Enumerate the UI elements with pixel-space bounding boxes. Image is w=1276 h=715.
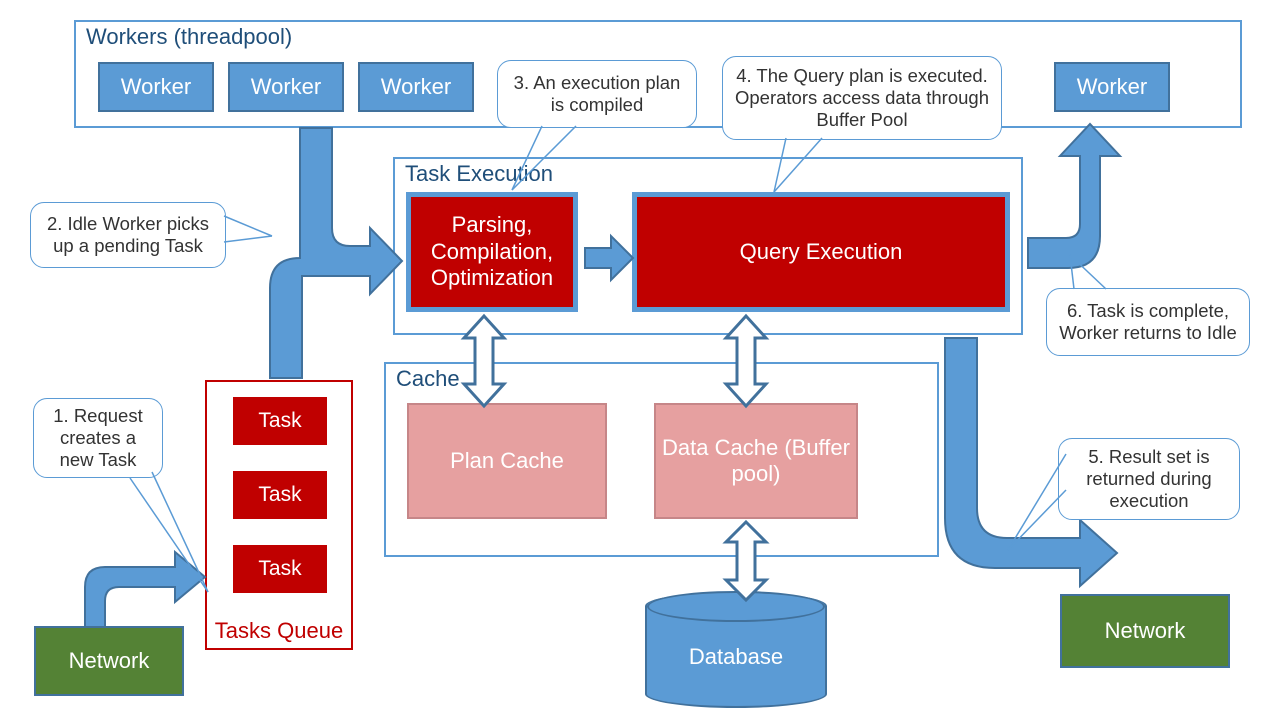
arrow-parse-to-query xyxy=(585,236,635,280)
arrow-parse-plancache xyxy=(462,316,506,406)
callout-2-tail xyxy=(222,218,282,258)
parsing-box: Parsing, Compilation, Optimization xyxy=(406,192,578,312)
data-cache-box: Data Cache (Buffer pool) xyxy=(654,403,858,519)
worker-box-3: Worker xyxy=(358,62,474,112)
worker-box-1: Worker xyxy=(98,62,214,112)
worker-box-4: Worker xyxy=(1054,62,1170,112)
callout-1-tail xyxy=(150,470,270,600)
arrow-complete-to-worker xyxy=(1028,128,1128,268)
callout-6: 6. Task is complete, Worker returns to I… xyxy=(1046,288,1250,356)
plan-cache-box: Plan Cache xyxy=(407,403,607,519)
arrow-datacache-database xyxy=(724,522,768,600)
network-right: Network xyxy=(1060,594,1230,668)
query-execution-box: Query Execution xyxy=(632,192,1010,312)
callout-1: 1. Request creates a new Task xyxy=(33,398,163,478)
arrow-query-datacache xyxy=(724,316,768,406)
callout-6-tail xyxy=(1070,255,1130,295)
callout-3: 3. An execution plan is compiled xyxy=(497,60,697,128)
arrow-queue-worker-merge xyxy=(252,128,412,388)
callout-5-tail xyxy=(1008,500,1078,570)
callout-4-tail xyxy=(774,138,854,196)
workers-panel-title: Workers (threadpool) xyxy=(86,24,292,50)
tasks-queue-title: Tasks Queue xyxy=(207,618,351,644)
task-1: Task xyxy=(233,397,327,445)
database-cylinder: Database xyxy=(645,592,827,708)
callout-3-tail xyxy=(512,126,602,196)
database-label: Database xyxy=(689,644,783,670)
callout-4: 4. The Query plan is executed. Operators… xyxy=(722,56,1002,140)
worker-box-2: Worker xyxy=(228,62,344,112)
callout-2: 2. Idle Worker picks up a pending Task xyxy=(30,202,226,268)
callout-5: 5. Result set is returned during executi… xyxy=(1058,438,1240,520)
